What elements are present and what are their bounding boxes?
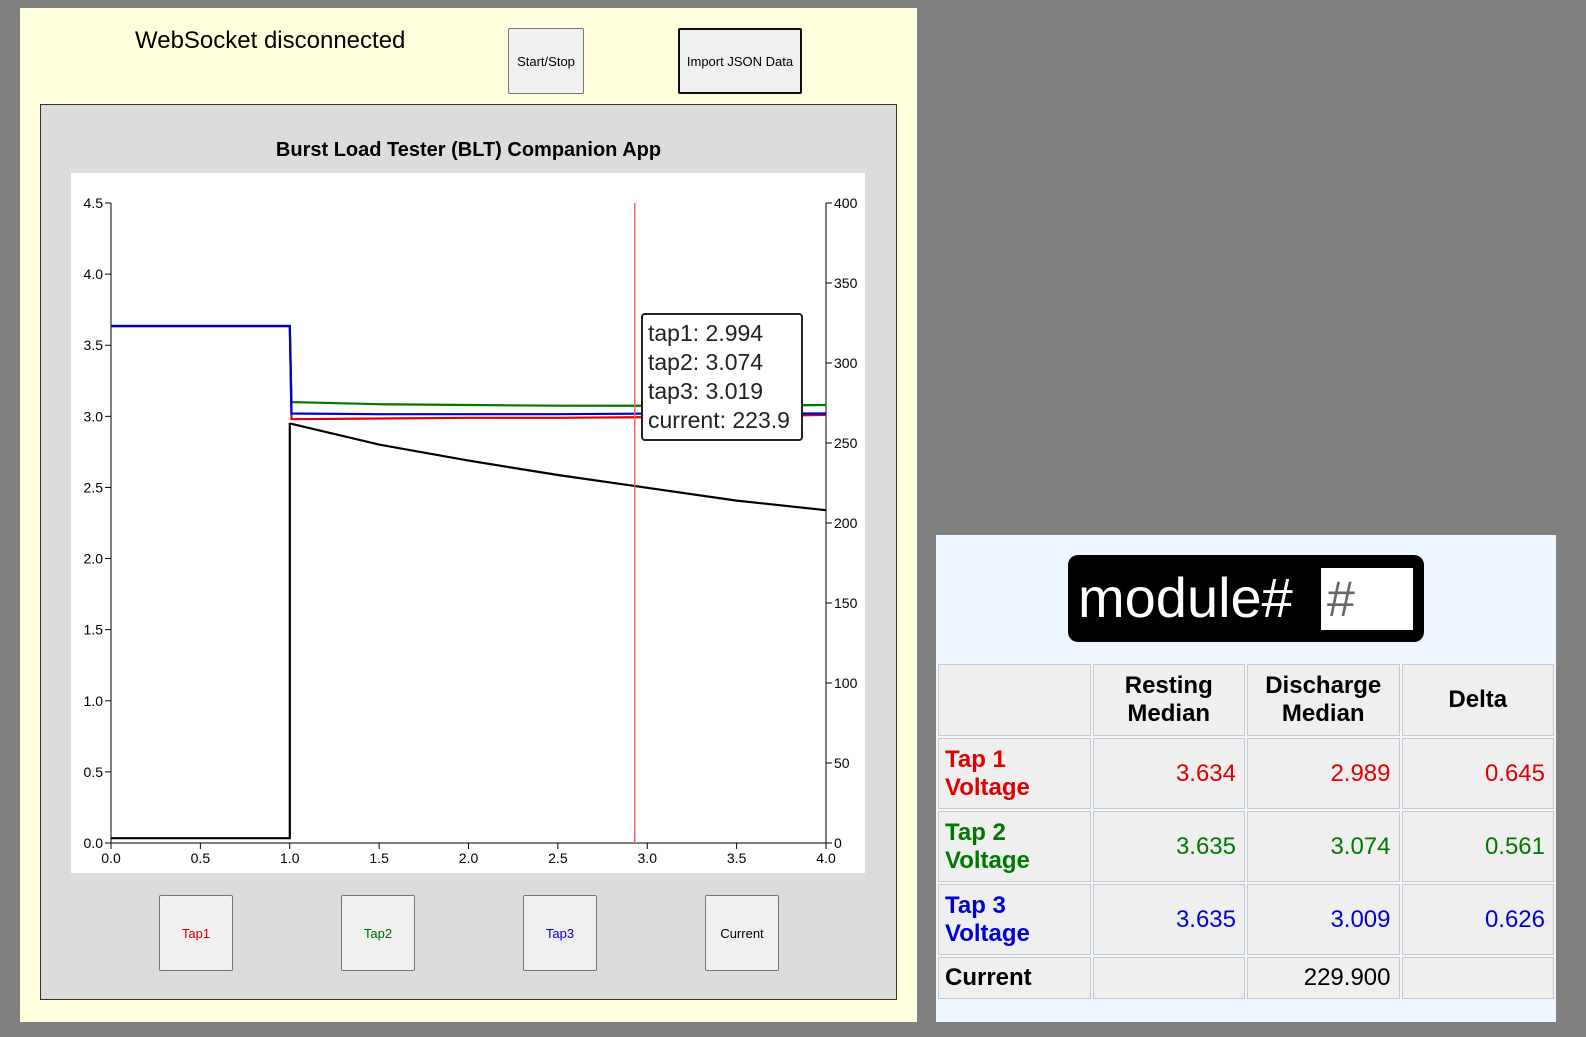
x-tick-label: 3.0: [638, 850, 658, 866]
y2-tick-label: 400: [834, 195, 858, 211]
y-tick-label: 2.0: [84, 551, 104, 567]
tooltip-tap1: tap1: 2.994: [648, 320, 764, 346]
table-row: Current 229.900: [938, 957, 1554, 999]
x-tick-label: 4.0: [816, 850, 836, 866]
row-label: Current: [938, 957, 1091, 999]
row-label: Tap 3 Voltage: [938, 884, 1091, 955]
discharge-value: 3.074: [1247, 811, 1400, 882]
y2-tick-label: 50: [834, 755, 850, 771]
discharge-value: 229.900: [1247, 957, 1400, 999]
delta-value: 0.645: [1401, 738, 1554, 809]
y2-tick-label: 200: [834, 515, 858, 531]
y-tick-label: 1.0: [84, 693, 104, 709]
header-resting: Resting Median: [1092, 664, 1245, 736]
discharge-value: 3.009: [1247, 884, 1400, 955]
table-row: Tap 2 Voltage 3.635 3.074 0.561: [938, 811, 1554, 882]
x-tick-label: 3.5: [727, 850, 747, 866]
table-row: Tap 3 Voltage 3.635 3.009 0.626: [938, 884, 1554, 955]
row-label: Tap 2 Voltage: [938, 811, 1091, 882]
series-line-current: [111, 422, 827, 840]
y-tick-label: 1.5: [84, 622, 104, 638]
module-label: module#: [1078, 566, 1293, 629]
x-tick-label: 1.0: [280, 850, 300, 866]
current-toggle-button[interactable]: Current: [705, 895, 779, 971]
delta-value: 0.561: [1401, 811, 1554, 882]
x-tick-label: 2.0: [459, 850, 479, 866]
x-tick-label: 1.5: [369, 850, 389, 866]
module-number-input[interactable]: [1321, 568, 1413, 630]
y-tick-label: 0.5: [84, 764, 104, 780]
y2-tick-label: 150: [834, 595, 858, 611]
resting-value: 3.635: [1092, 811, 1245, 882]
y2-tick-label: 0: [834, 835, 842, 851]
tap1-toggle-button[interactable]: Tap1: [159, 895, 233, 971]
y-tick-label: 0.0: [84, 835, 104, 851]
tester-panel: WebSocket disconnected Start/Stop Import…: [20, 8, 917, 1022]
chart-tooltip: tap1: 2.994 tap2: 3.074 tap3: 3.019 curr…: [641, 313, 803, 441]
start-stop-button[interactable]: Start/Stop: [508, 28, 584, 94]
delta-value: [1401, 957, 1554, 999]
header-empty: [938, 664, 1091, 736]
chart-area[interactable]: 0.0 0.5 1.0 1.5 2.0 2.5 3.0 3.5 4.0 0.0 0.5 1.0 1.5 2…: [71, 173, 865, 873]
y-tick-label: 2.5: [84, 479, 104, 495]
x-tick-label: 0.5: [191, 850, 211, 866]
discharge-value: 2.989: [1247, 738, 1400, 809]
table-row: Tap 1 Voltage 3.634 2.989 0.645: [938, 738, 1554, 809]
y2-tick-label: 250: [834, 435, 858, 451]
voltage-current-chart[interactable]: 0.0 0.5 1.0 1.5 2.0 2.5 3.0 3.5 4.0 0.0 0.5 1.0 1.5 2…: [71, 173, 865, 873]
module-box: module#: [1068, 555, 1424, 642]
results-panel: module# Resting Median Discharge Median …: [936, 535, 1556, 1022]
table-header-row: Resting Median Discharge Median Delta: [938, 664, 1554, 736]
y-tick-label: 4.5: [84, 195, 104, 211]
y2-tick-label: 100: [834, 675, 858, 691]
row-label: Tap 1 Voltage: [938, 738, 1091, 809]
x-tick-label: 0.0: [101, 850, 121, 866]
y2-tick-label: 300: [834, 355, 858, 371]
tooltip-tap3: tap3: 3.019: [648, 378, 764, 404]
chart-title: Burst Load Tester (BLT) Companion App: [275, 139, 662, 161]
header-delta: Delta: [1401, 664, 1554, 736]
import-json-button[interactable]: Import JSON Data: [678, 28, 802, 94]
chart-panel: Burst Load Tester (BLT) Companion App 0.…: [40, 104, 897, 1000]
header-discharge: Discharge Median: [1247, 664, 1400, 736]
stats-table: Resting Median Discharge Median Delta Ta…: [936, 662, 1556, 1001]
delta-value: 0.626: [1401, 884, 1554, 955]
y-tick-label: 3.5: [84, 337, 104, 353]
resting-value: 3.634: [1092, 738, 1245, 809]
resting-value: 3.635: [1092, 884, 1245, 955]
y-tick-label: 3.0: [84, 408, 104, 424]
tap2-toggle-button[interactable]: Tap2: [341, 895, 415, 971]
x-tick-label: 2.5: [548, 850, 568, 866]
resting-value: [1092, 957, 1245, 999]
tooltip-current: current: 223.9: [648, 407, 790, 433]
tap3-toggle-button[interactable]: Tap3: [523, 895, 597, 971]
y-tick-label: 4.0: [84, 266, 104, 282]
websocket-status: WebSocket disconnected: [135, 27, 406, 54]
tooltip-tap2: tap2: 3.074: [648, 349, 764, 375]
y2-tick-label: 350: [834, 275, 858, 291]
